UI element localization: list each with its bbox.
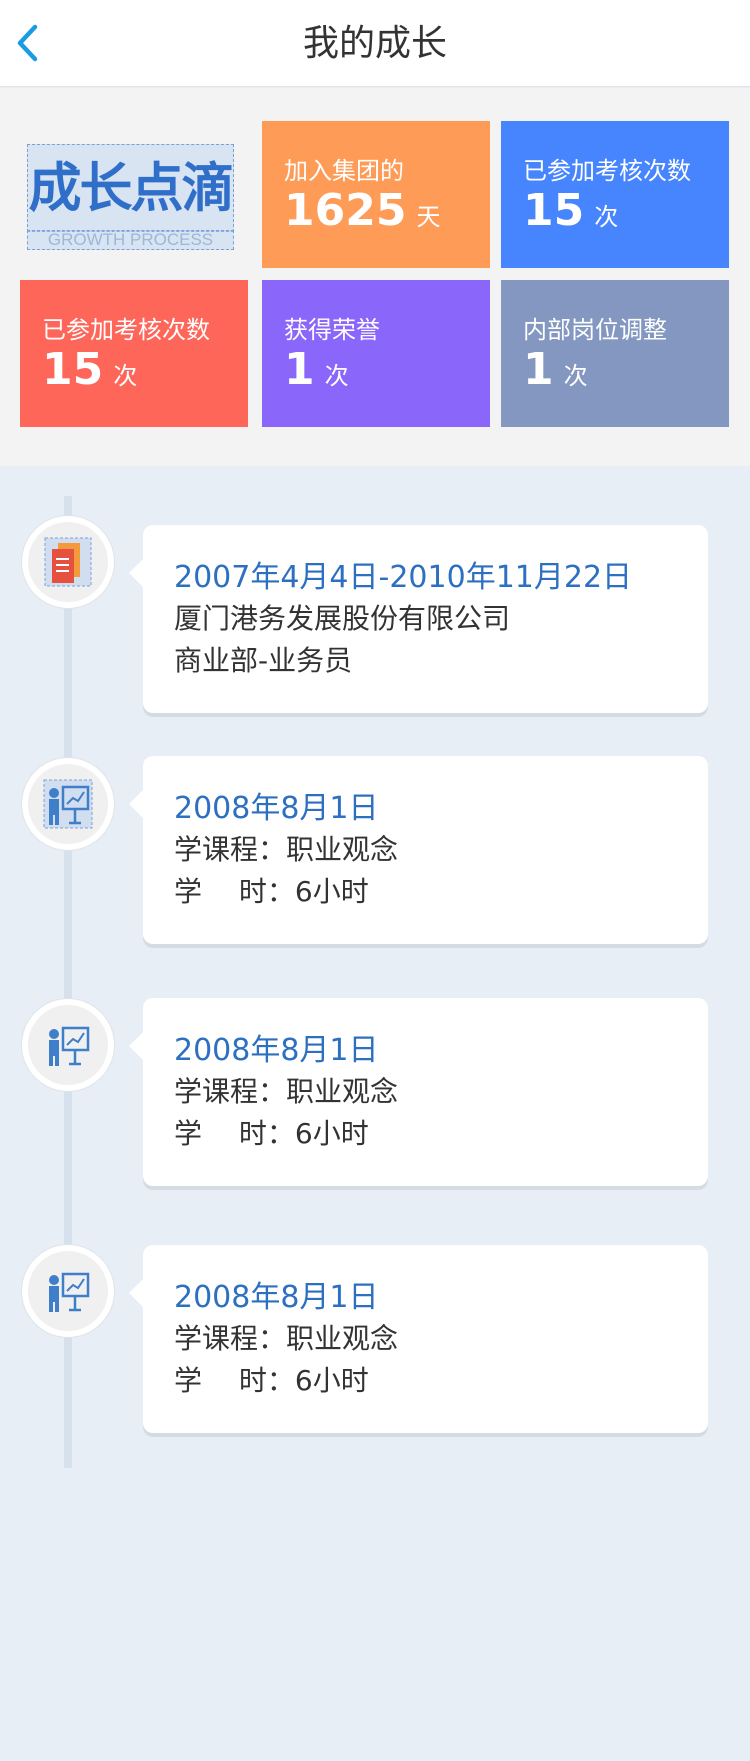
- timeline-date: 2008年8月1日: [174, 1033, 379, 1068]
- timeline-line2: 学 时：6小时: [174, 875, 369, 908]
- timeline-date: 2008年8月1日: [174, 1280, 379, 1315]
- stat-value: 1625: [284, 185, 407, 236]
- timeline-line1: 厦门港务发展股份有限公司: [174, 602, 511, 635]
- timeline-line1: 学课程：职业观念: [174, 1075, 399, 1108]
- stat-value: 15: [42, 344, 104, 395]
- timeline-node: [22, 999, 114, 1091]
- stat-unit: 次: [113, 362, 138, 390]
- timeline-line2: 学 时：6小时: [174, 1117, 369, 1150]
- stat-card-position-change[interactable]: 内部岗位调整 1次: [501, 280, 729, 427]
- stat-label: 内部岗位调整: [523, 316, 667, 344]
- teacher-icon: [49, 1272, 90, 1312]
- stat-value: 1: [523, 344, 554, 395]
- timeline-node: [22, 1245, 114, 1337]
- stat-card-exam-count-2[interactable]: 已参加考核次数 15 次: [20, 280, 248, 427]
- logo-zh: 成长点滴: [27, 144, 235, 232]
- timeline-card[interactable]: 2008年8月1日 学课程：职业观念 学 时：6小时: [129, 756, 708, 944]
- stat-card-honors[interactable]: 获得荣誉 1次: [262, 280, 490, 427]
- stat-unit: 次: [563, 362, 588, 390]
- book-icon: [44, 537, 92, 587]
- timeline-date: 2008年8月1日: [174, 791, 379, 826]
- timeline-line2: 学 时：6小时: [174, 1364, 369, 1397]
- stats-section: 成长点滴 GROWTH PROCESS 加入集团的 1625 天 已参加考核次数 …: [0, 88, 750, 466]
- stat-card-join-days[interactable]: 加入集团的 1625 天: [262, 121, 490, 268]
- stat-unit: 天: [416, 203, 441, 231]
- timeline-date: 2007年4月4日-2010年11月22日: [174, 560, 633, 595]
- stat-unit: 次: [324, 362, 349, 390]
- timeline-card[interactable]: 2007年4月4日-2010年11月22日 厦门港务发展股份有限公司 商业部-业…: [129, 525, 708, 713]
- nav-header: 我的成长: [0, 0, 750, 87]
- timeline-node: [22, 516, 114, 608]
- timeline-card[interactable]: 2008年8月1日 学课程：职业观念 学 时：6小时: [129, 998, 708, 1186]
- timeline-node: [22, 758, 114, 850]
- timeline-card[interactable]: 2008年8月1日 学课程：职业观念 学 时：6小时: [129, 1245, 708, 1433]
- stat-value: 15: [523, 185, 585, 236]
- page-title: 我的成长: [302, 23, 447, 64]
- teacher-icon: [43, 779, 93, 829]
- stat-value: 1: [284, 344, 315, 395]
- stat-label: 获得荣誉: [284, 316, 380, 344]
- stat-label: 已参加考核次数: [42, 316, 210, 344]
- timeline-line2: 商业部-业务员: [174, 644, 353, 677]
- teacher-icon: [49, 1026, 90, 1066]
- stat-card-exam-count[interactable]: 已参加考核次数 15 次: [501, 121, 729, 268]
- stat-unit: 次: [594, 203, 619, 231]
- timeline-line1: 学课程：职业观念: [174, 833, 399, 866]
- logo-en: GROWTH PROCESS: [27, 230, 234, 250]
- stat-label: 已参加考核次数: [523, 157, 691, 185]
- stat-label: 加入集团的: [284, 157, 404, 185]
- growth-logo: 成长点滴 GROWTH PROCESS: [27, 144, 235, 250]
- timeline-line1: 学课程：职业观念: [174, 1322, 399, 1355]
